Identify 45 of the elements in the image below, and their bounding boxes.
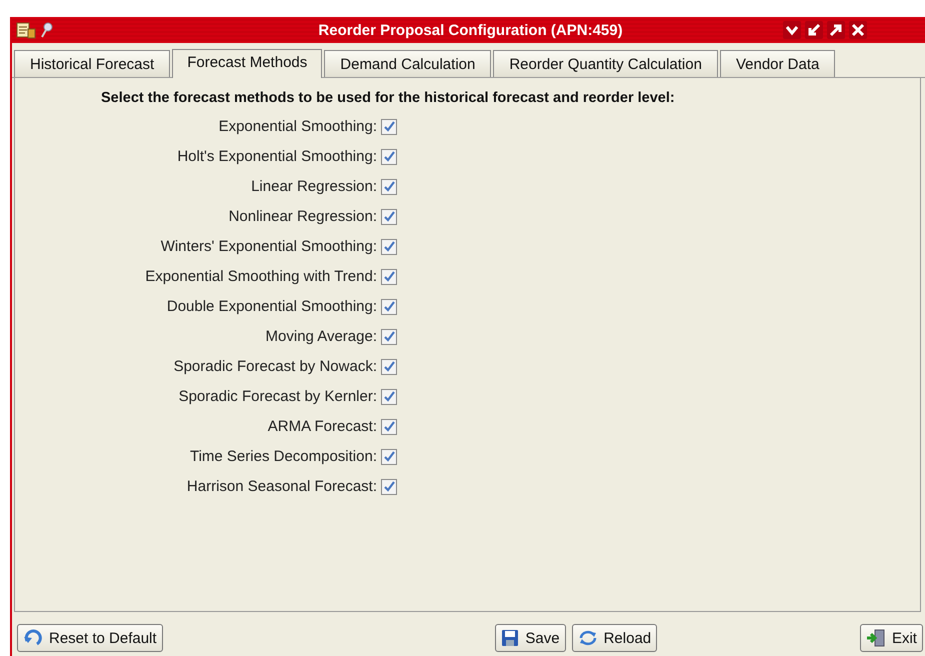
- checkbox[interactable]: [381, 448, 397, 464]
- method-label: Harrison Seasonal Forecast:: [186, 478, 377, 495]
- refresh-icon: [578, 629, 598, 647]
- reset-button[interactable]: Reset to Default: [17, 624, 163, 652]
- checkbox[interactable]: [381, 208, 397, 224]
- method-label: Exponential Smoothing:: [218, 118, 377, 135]
- checkbox[interactable]: [381, 118, 397, 134]
- close-icon[interactable]: [849, 21, 867, 39]
- checkbox[interactable]: [381, 298, 397, 314]
- undo-arrow-icon: [23, 629, 43, 647]
- method-label: Exponential Smoothing with Trend:: [145, 268, 377, 285]
- method-label: Double Exponential Smoothing:: [166, 298, 377, 315]
- checkbox[interactable]: [381, 358, 397, 374]
- maximize-icon[interactable]: [827, 21, 845, 39]
- checkbox[interactable]: [381, 148, 397, 164]
- method-label: Nonlinear Regression:: [228, 208, 377, 225]
- tab[interactable]: Reorder Quantity Calculation: [493, 50, 718, 77]
- method-label: Time Series Decomposition:: [190, 448, 377, 465]
- method-label: Holt's Exponential Smoothing:: [177, 148, 377, 165]
- method-label: Linear Regression:: [251, 178, 377, 195]
- window-title: Reorder Proposal Configuration (APN:459): [317, 22, 624, 38]
- restore-icon[interactable]: [805, 21, 823, 39]
- checkbox[interactable]: [381, 388, 397, 404]
- exit-button[interactable]: Exit: [860, 624, 923, 652]
- method-label: Moving Average:: [266, 328, 377, 345]
- checkbox[interactable]: [381, 238, 397, 254]
- method-label: Sporadic Forecast by Nowack:: [174, 358, 377, 375]
- reload-button[interactable]: Reload: [572, 624, 658, 652]
- document-icon[interactable]: [16, 21, 36, 39]
- checkbox[interactable]: [381, 328, 397, 344]
- checkbox[interactable]: [381, 418, 397, 434]
- tab[interactable]: Vendor Data: [720, 50, 836, 77]
- method-label: Winters' Exponential Smoothing:: [160, 238, 377, 255]
- save-button[interactable]: Save: [495, 624, 566, 652]
- instruction-text: Select the forecast methods to be used for the historical forecast and reorder level:: [100, 90, 676, 106]
- method-label: ARMA Forecast:: [268, 418, 377, 435]
- tab[interactable]: Demand Calculation: [324, 50, 492, 77]
- checkbox[interactable]: [381, 268, 397, 284]
- method-label: Sporadic Forecast by Kernler:: [178, 388, 377, 405]
- exit-door-icon: [866, 629, 886, 647]
- checkbox[interactable]: [381, 178, 397, 194]
- tab[interactable]: Forecast Methods: [172, 49, 322, 78]
- checkbox[interactable]: [381, 478, 397, 494]
- minimize-icon[interactable]: [783, 21, 801, 39]
- tab[interactable]: Historical Forecast: [14, 50, 170, 77]
